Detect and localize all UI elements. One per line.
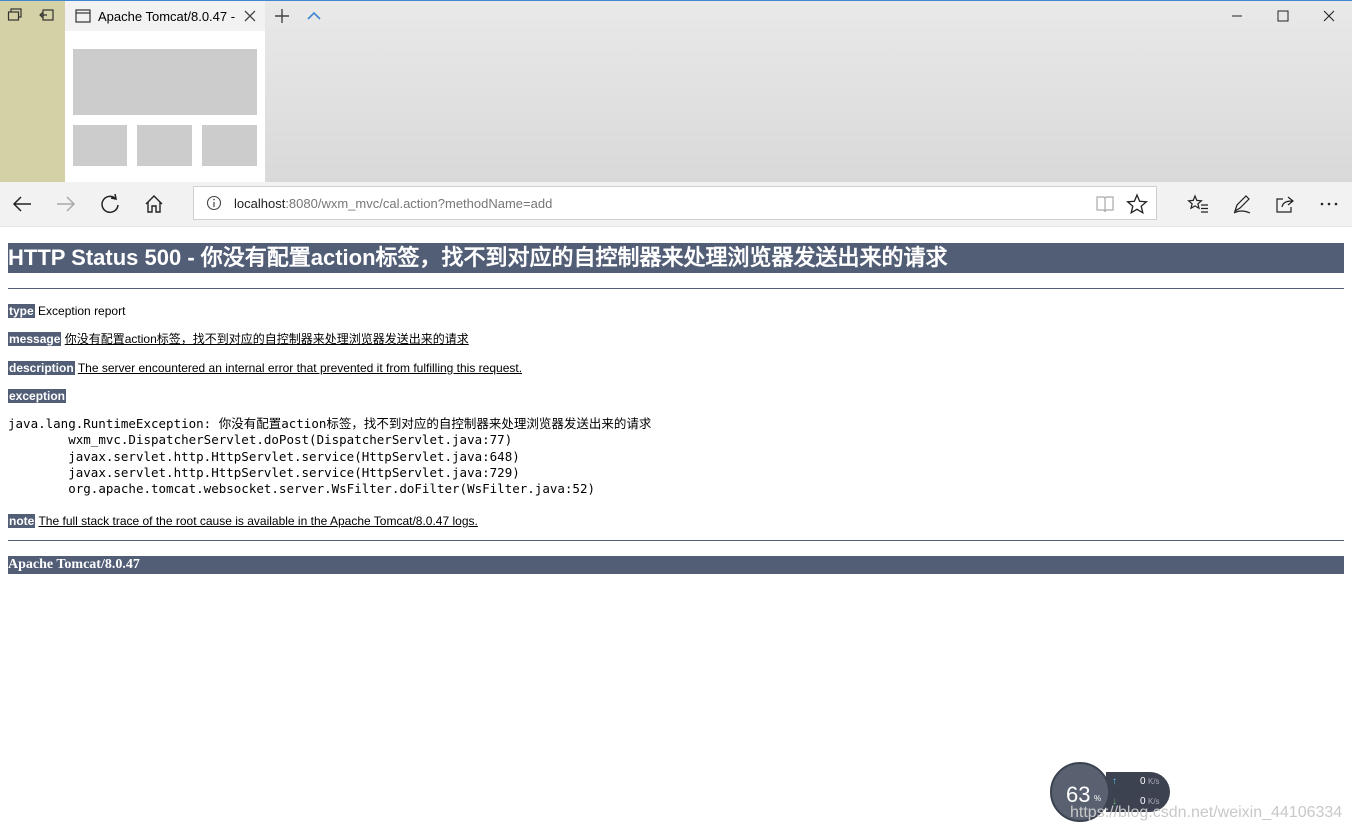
description-row: description The server encountered an in… [8,360,522,376]
preview-block [73,49,257,115]
page-icon [75,9,91,23]
preview-block [73,125,127,166]
tab-title: Apache Tomcat/8.0.47 - [98,9,236,24]
address-url[interactable]: localhost:8080/wxm_mvc/cal.action?method… [234,196,552,211]
description-label: description [8,361,75,375]
stack-line: javax.servlet.http.HttpServlet.service(H… [8,464,520,480]
address-bar[interactable]: localhost:8080/wxm_mvc/cal.action?method… [193,186,1157,220]
stack-line: java.lang.RuntimeException: 你没有配置action标… [8,416,652,431]
server-footer: Apache Tomcat/8.0.47 [8,556,1344,574]
address-path: :8080/wxm_mvc/cal.action?methodName=add [285,196,553,211]
home-icon[interactable] [138,188,170,220]
stack-line: javax.servlet.http.HttpServlet.service(H… [8,448,520,464]
type-value: Exception report [38,304,126,318]
message-value: 你没有配置action标签，找不到对应的自控制器来处理浏览器发送出来的请求 [64,332,469,346]
gauge-unit: % [1094,794,1102,803]
maximize-icon[interactable] [1260,1,1306,31]
upload-arrow-icon: ↑ [1112,776,1117,787]
forward-icon[interactable] [50,188,82,220]
refresh-icon[interactable] [94,188,126,220]
close-icon[interactable] [241,7,259,25]
share-icon[interactable] [1269,188,1301,220]
minimize-icon[interactable] [1214,1,1260,31]
type-row: type Exception report [8,303,125,319]
navigation-bar: localhost:8080/wxm_mvc/cal.action?method… [0,182,1352,227]
close-icon[interactable] [1306,1,1352,31]
tab-header[interactable]: Apache Tomcat/8.0.47 - [65,1,265,31]
stack-trace: java.lang.RuntimeException: 你没有配置action标… [8,416,651,497]
divider [8,288,1344,289]
more-icon[interactable] [1313,188,1345,220]
reading-view-icon[interactable] [1094,193,1116,215]
watermark: https://blog.csdn.net/weixin_44106334 [1070,804,1343,821]
preview-block [137,125,192,166]
address-host: localhost [234,196,286,211]
exception-label: exception [8,389,67,403]
message-label: message [8,332,62,346]
divider [8,540,1344,541]
description-value: The server encountered an internal error… [77,361,523,375]
stack-line: org.apache.tomcat.websocket.server.WsFil… [8,481,596,497]
chevron-up-icon[interactable] [304,6,324,26]
note-value: The full stack trace of the root cause i… [38,514,478,528]
info-icon[interactable] [206,195,222,211]
tabs-icon[interactable] [7,7,27,27]
page-title: HTTP Status 500 - 你没有配置action标签，找不到对应的自控… [8,243,1344,273]
note-row: note The full stack trace of the root ca… [8,513,478,529]
pen-icon[interactable] [1226,188,1258,220]
tab-management-panel [0,1,65,182]
back-icon[interactable] [6,188,38,220]
favorites-icon[interactable] [1182,188,1214,220]
stack-line: wxm_mvc.DispatcherServlet.doPost(Dispatc… [8,432,513,448]
tab-preview[interactable] [65,31,265,182]
tab-active[interactable]: Apache Tomcat/8.0.47 - [65,1,265,182]
plus-icon[interactable] [272,6,292,26]
exception-row: exception [8,388,67,404]
type-label: type [8,304,35,318]
star-icon[interactable] [1126,193,1148,215]
preview-block [202,125,257,166]
message-row: message 你没有配置action标签，找不到对应的自控制器来处理浏览器发送… [8,331,469,347]
note-label: note [8,514,36,528]
set-aside-icon[interactable] [39,7,59,27]
